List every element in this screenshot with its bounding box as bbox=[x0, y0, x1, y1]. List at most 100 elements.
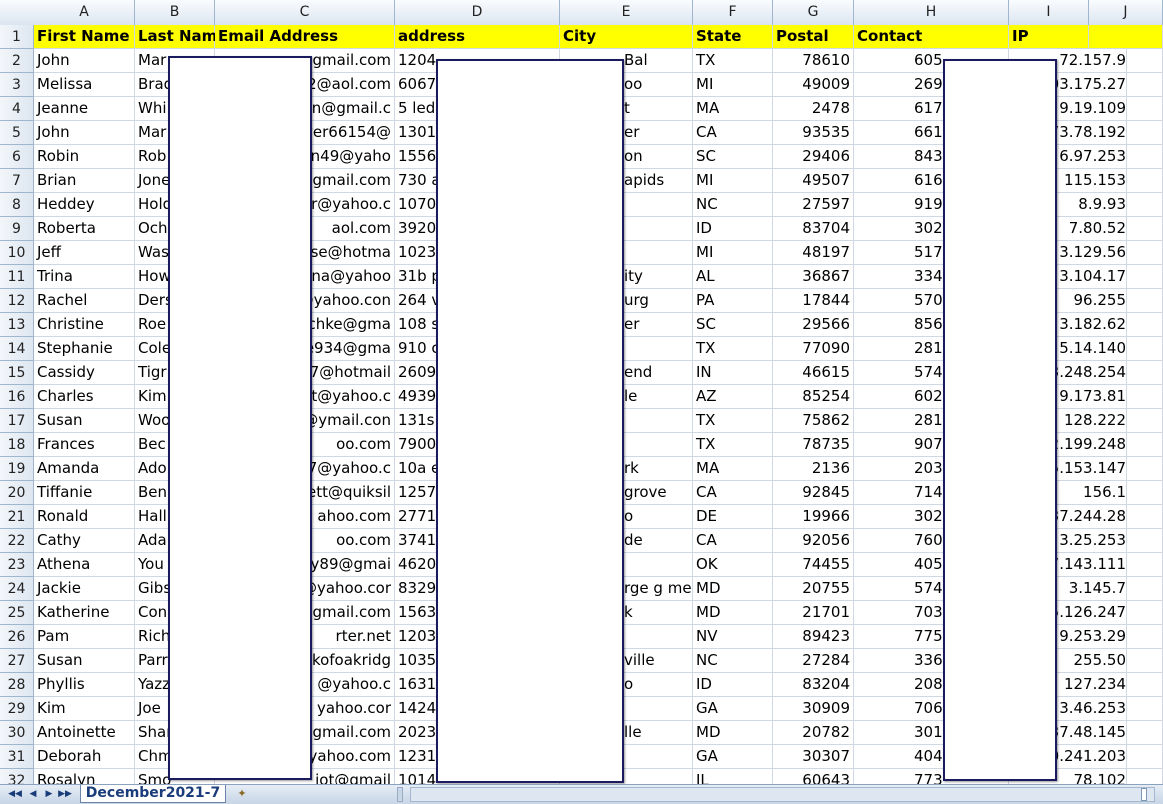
sheet-tab-active[interactable]: December2021-7 bbox=[80, 785, 226, 803]
next-sheet-icon[interactable]: ▶ bbox=[42, 787, 56, 801]
row-number[interactable]: 3 bbox=[0, 73, 34, 97]
cell-j[interactable] bbox=[1089, 625, 1163, 649]
column-header-h[interactable]: H bbox=[854, 0, 1009, 25]
row-number[interactable]: 25 bbox=[0, 601, 34, 625]
cell-f[interactable]: MD bbox=[693, 721, 773, 745]
cell-f[interactable]: GA bbox=[693, 745, 773, 769]
cell-g[interactable]: 85254 bbox=[773, 385, 854, 409]
row-number[interactable]: 32 bbox=[0, 769, 34, 784]
cell-f[interactable]: IN bbox=[693, 361, 773, 385]
cell-j[interactable] bbox=[1089, 73, 1163, 97]
cell-g[interactable]: 49507 bbox=[773, 169, 854, 193]
column-header-e[interactable]: E bbox=[560, 0, 693, 25]
cell-a[interactable]: Frances bbox=[34, 433, 135, 457]
cell-a[interactable]: Rosalyn bbox=[34, 769, 135, 784]
cell-j[interactable] bbox=[1089, 433, 1163, 457]
cell-c[interactable]: Email Address bbox=[215, 25, 395, 49]
cell-f[interactable]: IL bbox=[693, 769, 773, 784]
cell-f[interactable]: SC bbox=[693, 145, 773, 169]
cell-j[interactable] bbox=[1089, 601, 1163, 625]
row-number[interactable]: 14 bbox=[0, 337, 34, 361]
row-number[interactable]: 15 bbox=[0, 361, 34, 385]
row-number[interactable]: 23 bbox=[0, 553, 34, 577]
row-number[interactable]: 7 bbox=[0, 169, 34, 193]
cell-a[interactable]: Deborah bbox=[34, 745, 135, 769]
cell-a[interactable]: Susan bbox=[34, 409, 135, 433]
cell-a[interactable]: Phyllis bbox=[34, 673, 135, 697]
cell-a[interactable]: Robin bbox=[34, 145, 135, 169]
column-header-i[interactable]: I bbox=[1009, 0, 1089, 25]
cell-g[interactable]: 17844 bbox=[773, 289, 854, 313]
cell-b[interactable]: Last Name bbox=[135, 25, 227, 49]
row-number[interactable]: 17 bbox=[0, 409, 34, 433]
cell-g[interactable]: 30307 bbox=[773, 745, 854, 769]
cell-f[interactable]: AL bbox=[693, 265, 773, 289]
cell-a[interactable]: Cassidy bbox=[34, 361, 135, 385]
cell-g[interactable]: 83204 bbox=[773, 673, 854, 697]
cell-f[interactable]: TX bbox=[693, 49, 773, 73]
row-number[interactable]: 20 bbox=[0, 481, 34, 505]
cell-g[interactable]: 20755 bbox=[773, 577, 854, 601]
insert-sheet-icon[interactable]: ✦ bbox=[230, 786, 254, 802]
cell-a[interactable]: Cathy bbox=[34, 529, 135, 553]
cell-f[interactable]: DE bbox=[693, 505, 773, 529]
cell-j[interactable] bbox=[1089, 337, 1163, 361]
cell-j[interactable] bbox=[1089, 457, 1163, 481]
cell-a[interactable]: Athena bbox=[34, 553, 135, 577]
row-number[interactable]: 30 bbox=[0, 721, 34, 745]
row-number[interactable]: 5 bbox=[0, 121, 34, 145]
cell-a[interactable]: First Name bbox=[34, 25, 135, 49]
scroll-thumb[interactable] bbox=[1141, 788, 1147, 801]
cell-f[interactable]: MD bbox=[693, 601, 773, 625]
cell-a[interactable]: Antoinette bbox=[34, 721, 135, 745]
cell-d[interactable]: address bbox=[395, 25, 560, 49]
cell-g[interactable]: 29406 bbox=[773, 145, 854, 169]
cell-j[interactable] bbox=[1089, 217, 1163, 241]
cell-j[interactable] bbox=[1089, 49, 1163, 73]
cell-a[interactable]: Amanda bbox=[34, 457, 135, 481]
row-number[interactable]: 22 bbox=[0, 529, 34, 553]
cell-a[interactable]: Katherine bbox=[34, 601, 135, 625]
row-number[interactable]: 21 bbox=[0, 505, 34, 529]
cell-j[interactable] bbox=[1089, 25, 1163, 49]
cell-g[interactable]: 93535 bbox=[773, 121, 854, 145]
row-number[interactable]: 2 bbox=[0, 49, 34, 73]
cell-a[interactable]: Roberta bbox=[34, 217, 135, 241]
cell-a[interactable]: Susan bbox=[34, 649, 135, 673]
cell-f[interactable]: NC bbox=[693, 193, 773, 217]
cell-g[interactable]: 92845 bbox=[773, 481, 854, 505]
cell-a[interactable]: Tiffanie bbox=[34, 481, 135, 505]
cell-f[interactable]: ID bbox=[693, 217, 773, 241]
column-header-b[interactable]: B bbox=[135, 0, 215, 25]
cell-a[interactable]: Brian bbox=[34, 169, 135, 193]
cell-f[interactable]: CA bbox=[693, 529, 773, 553]
cell-f[interactable]: MI bbox=[693, 241, 773, 265]
cell-a[interactable]: Ronald bbox=[34, 505, 135, 529]
cell-a[interactable]: Jeanne bbox=[34, 97, 135, 121]
cell-e[interactable]: City bbox=[560, 25, 693, 49]
cell-j[interactable] bbox=[1089, 409, 1163, 433]
row-number[interactable]: 19 bbox=[0, 457, 34, 481]
cell-j[interactable] bbox=[1089, 241, 1163, 265]
cell-a[interactable]: Kim bbox=[34, 697, 135, 721]
row-number[interactable]: 26 bbox=[0, 625, 34, 649]
column-header-j[interactable]: J bbox=[1089, 0, 1163, 25]
cell-j[interactable] bbox=[1089, 529, 1163, 553]
first-sheet-icon[interactable]: ◀◀ bbox=[8, 787, 22, 801]
column-header-d[interactable]: D bbox=[395, 0, 560, 25]
cell-g[interactable]: 78735 bbox=[773, 433, 854, 457]
cell-j[interactable] bbox=[1089, 169, 1163, 193]
row-number[interactable]: 18 bbox=[0, 433, 34, 457]
tab-split-handle[interactable] bbox=[397, 787, 403, 802]
cell-f[interactable]: MA bbox=[693, 97, 773, 121]
cell-j[interactable] bbox=[1089, 769, 1163, 784]
cell-g[interactable]: 92056 bbox=[773, 529, 854, 553]
cell-g[interactable]: 89423 bbox=[773, 625, 854, 649]
cell-j[interactable] bbox=[1089, 505, 1163, 529]
cell-f[interactable]: TX bbox=[693, 409, 773, 433]
row-number[interactable]: 16 bbox=[0, 385, 34, 409]
cell-g[interactable]: 75862 bbox=[773, 409, 854, 433]
cell-h[interactable]: Contact bbox=[854, 25, 1009, 49]
cell-g[interactable]: 83704 bbox=[773, 217, 854, 241]
cell-g[interactable]: 78610 bbox=[773, 49, 854, 73]
